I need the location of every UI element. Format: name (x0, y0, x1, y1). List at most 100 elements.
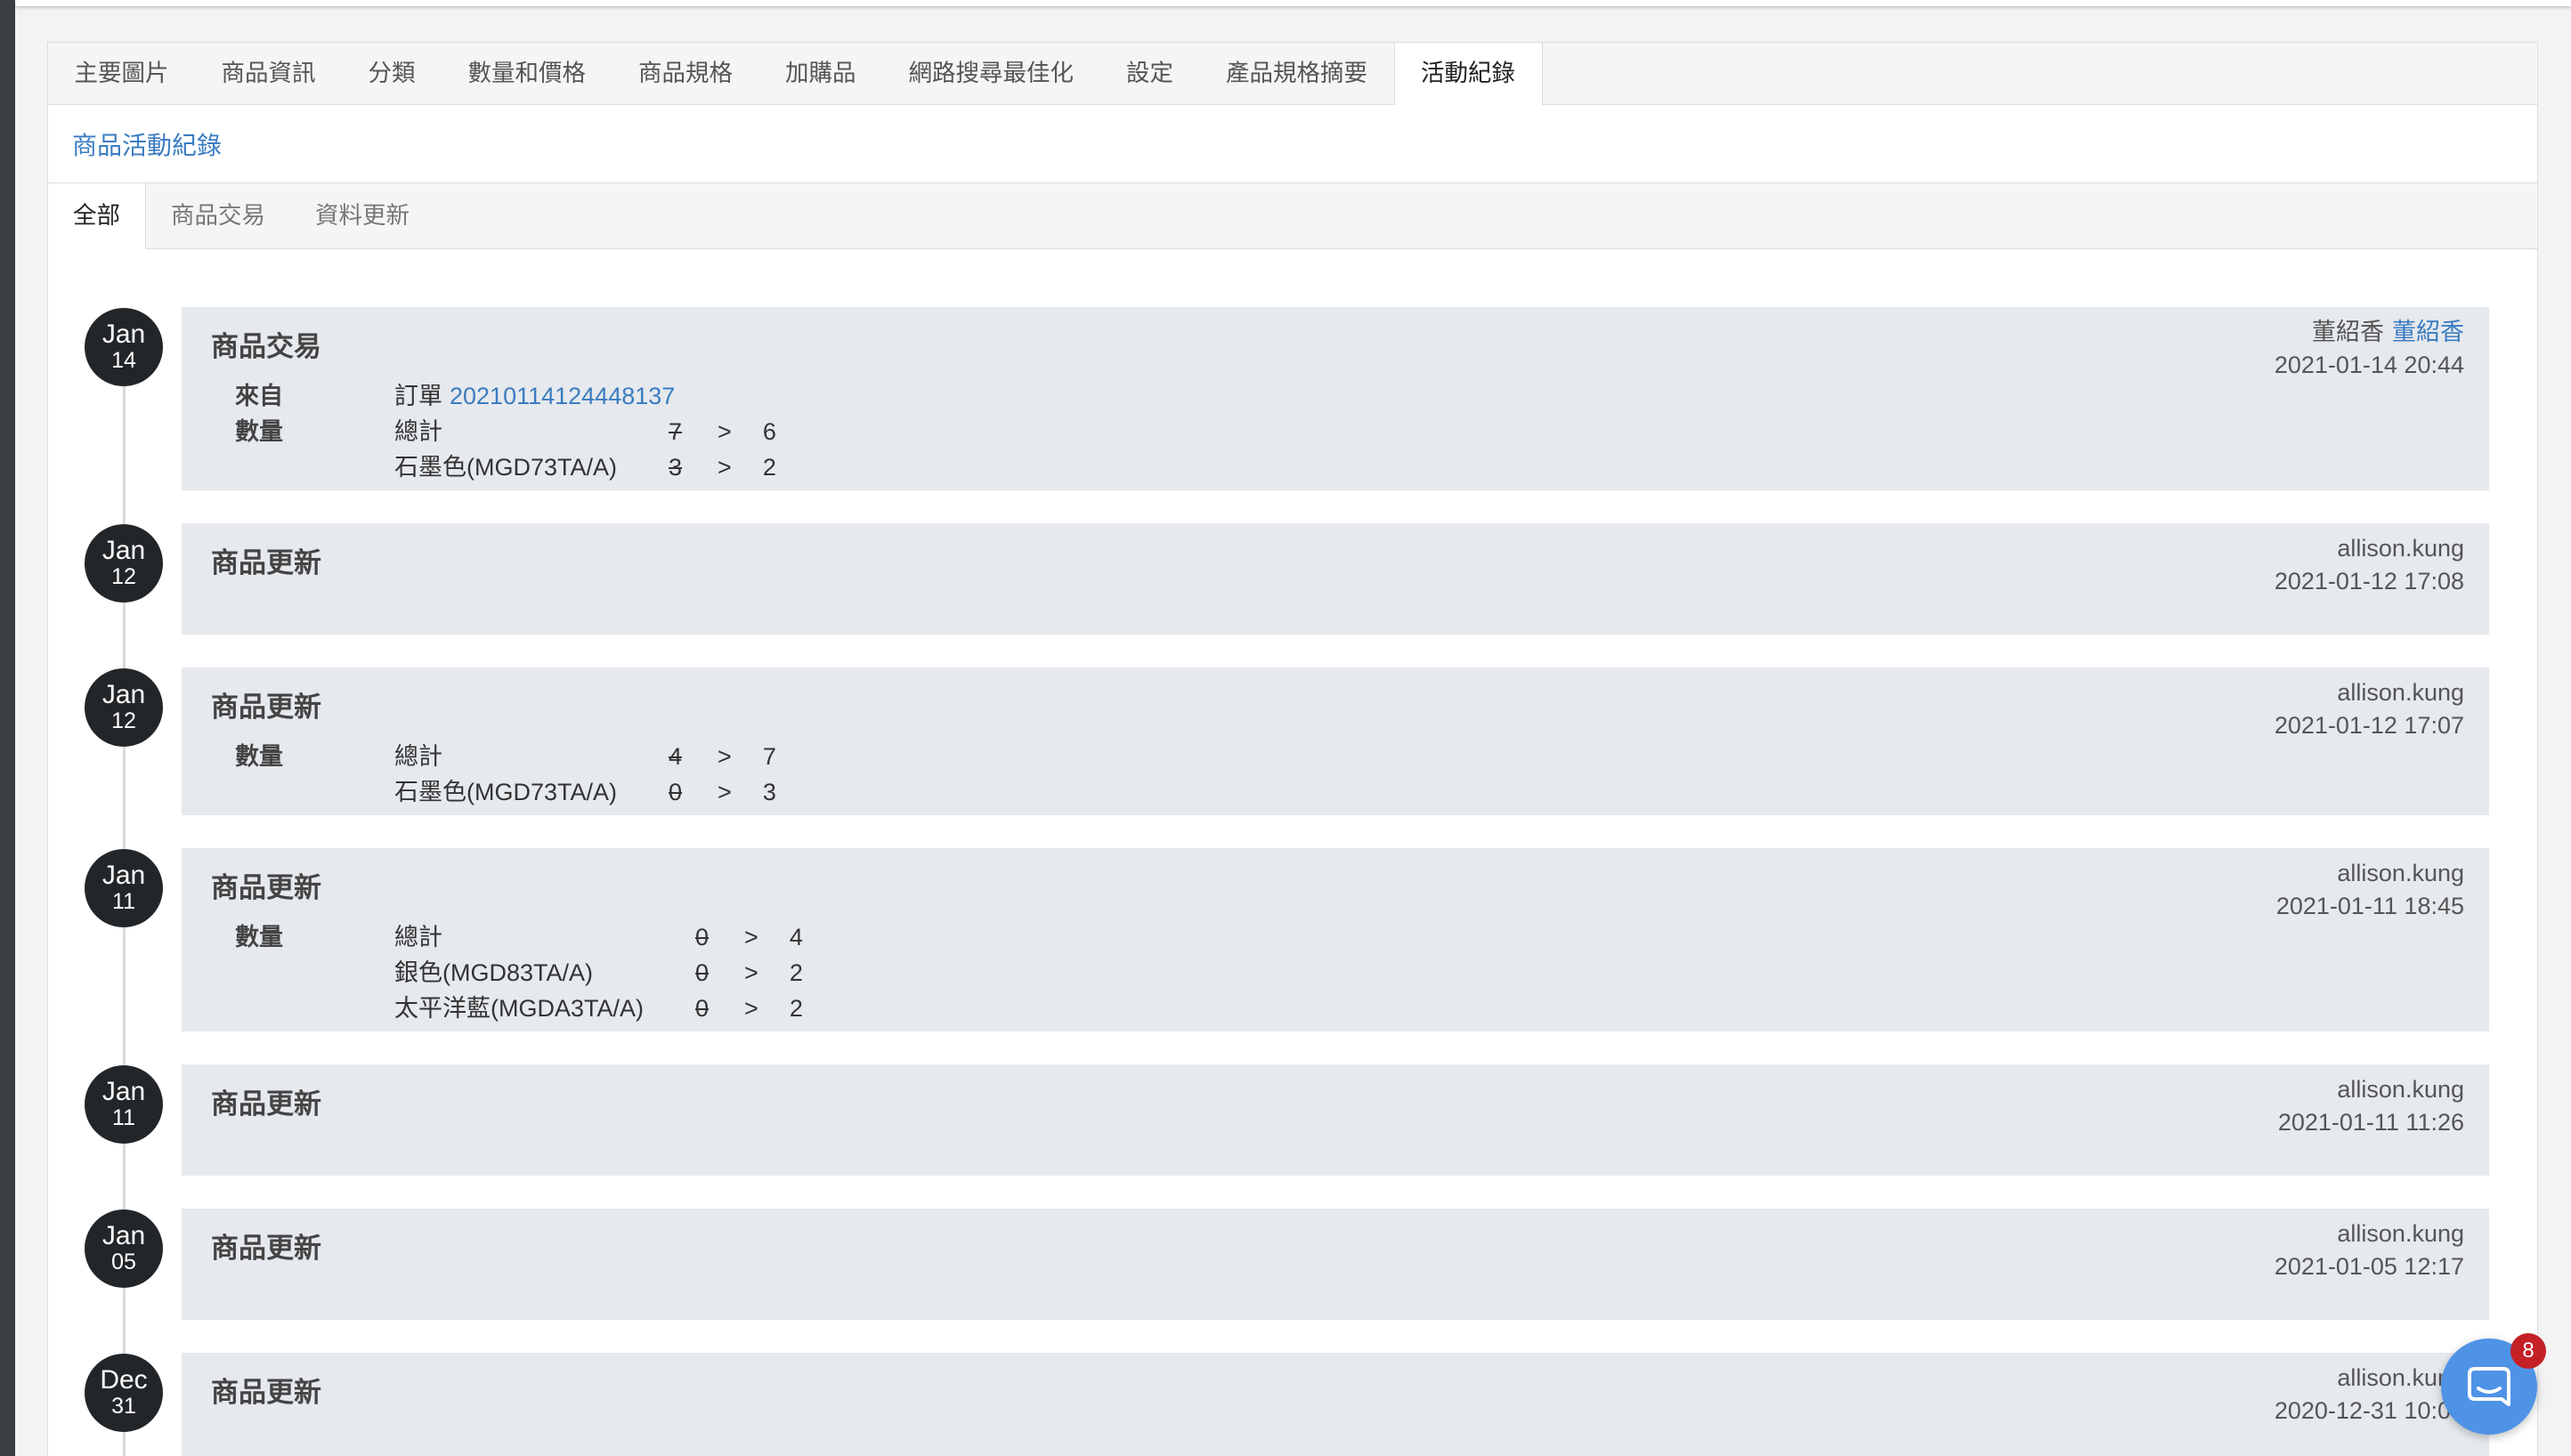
activity-title: 商品更新 (211, 692, 321, 723)
activity-title: 商品更新 (211, 547, 321, 578)
source-value: 訂單 20210114124448137 (394, 378, 776, 414)
source-row: 來自 訂單 20210114124448137 (235, 378, 776, 414)
new-value: 7 (762, 743, 776, 770)
timeline-list: Jan 14 商品交易 董紹香 董紹香 2021-01-14 20:44 來自 訂單 20210… (48, 307, 2537, 1456)
tab-activity-log[interactable]: 活動紀錄 (1393, 43, 1543, 105)
quantity-label: 數量 (235, 418, 283, 445)
quantity-row: 數量 總計 0 >4 (235, 919, 803, 955)
activity-card: 商品更新 allison.kung 2021-01-11 18:45 數量 總計 0 >4 銀… (182, 848, 2489, 1031)
tab-settings[interactable]: 設定 (1100, 43, 1200, 104)
tab-spec-summary[interactable]: 產品規格摘要 (1200, 43, 1394, 104)
variant-name: 總計 (394, 924, 442, 950)
actor-line: allison.kung (2275, 1217, 2464, 1250)
date-badge: Jan 05 (85, 1209, 163, 1288)
old-value: 0 (695, 959, 710, 986)
activity-title: 商品更新 (211, 872, 321, 903)
subtab-data-updates[interactable]: 資料更新 (290, 183, 434, 248)
tab-categories[interactable]: 分類 (342, 43, 442, 104)
actor-name: allison.kung (2337, 535, 2464, 562)
section-title-link[interactable]: 商品活動紀錄 (72, 126, 222, 162)
change-arrow: > (744, 995, 758, 1022)
old-value: 0 (695, 924, 710, 950)
activity-meta: allison.kung 2021-01-11 18:45 (2276, 857, 2464, 923)
tab-seo[interactable]: 網路搜尋最佳化 (882, 43, 1100, 104)
new-value: 2 (789, 995, 803, 1022)
activity-title: 商品交易 (211, 331, 321, 362)
quantity-row: 數量 總計 4 >7 (235, 739, 776, 774)
actor-line: allison.kung (2275, 1362, 2464, 1395)
activity-time: 2021-01-11 11:26 (2277, 1109, 2464, 1136)
change-arrow: > (718, 418, 732, 445)
actor-link[interactable]: 董紹香 (2392, 319, 2464, 345)
new-value: 4 (789, 924, 803, 950)
date-month: Jan (101, 536, 146, 565)
change-table: 數量 總計 4 >7 石墨色(MGD73TA/A) 0 >3 (235, 739, 776, 810)
empty-cell (235, 955, 394, 991)
tab-product-info[interactable]: 商品資訊 (195, 43, 342, 104)
variant-name: 總計 (394, 743, 442, 770)
activity-time: 2021-01-05 12:17 (2274, 1253, 2464, 1280)
activity-card: 商品更新 allison.kung 2021-01-12 17:08 (182, 523, 2489, 635)
activity-time: 2020-12-31 10:0 (2274, 1397, 2451, 1424)
activity-meta: allison.kung 2021-01-12 17:07 (2275, 676, 2464, 742)
change-table: 數量 總計 0 >4 銀色(MGD83TA/A) 0 >2 太平洋藍(MGDA3TA/A) 0 >… (235, 919, 803, 1026)
change-table: 來自 訂單 20210114124448137 數量 總計 7 >6 石墨色(MGD73TA/… (235, 378, 776, 485)
product-edit-panel: 主要圖片 商品資訊 分類 數量和價格 商品規格 加購品 網路搜尋最佳化 設定 產品規格摘要 活動紀… (47, 42, 2538, 1456)
actor-line: allison.kung (2275, 676, 2464, 709)
actor-name: 董紹香 (2312, 319, 2384, 345)
tab-product-specs[interactable]: 商品規格 (612, 43, 759, 104)
product-tab-bar: 主要圖片 商品資訊 分類 數量和價格 商品規格 加購品 網路搜尋最佳化 設定 產品規格摘要 活動紀… (48, 43, 2537, 105)
app-sidebar-edge (0, 0, 15, 1456)
change-arrow: > (718, 454, 732, 481)
date-month: Dec (100, 1365, 148, 1395)
subtab-all[interactable]: 全部 (48, 183, 146, 249)
variant-name: 石墨色(MGD73TA/A) (394, 454, 618, 481)
activity-meta: 董紹香 董紹香 2021-01-14 20:44 (2275, 316, 2464, 382)
date-day: 14 (111, 348, 136, 373)
tab-add-ons[interactable]: 加購品 (759, 43, 883, 104)
activity-title: 商品更新 (211, 1377, 321, 1408)
activity-card: 商品更新 allison.kung 2021-01-11 11:26 (182, 1064, 2489, 1176)
variant-name: 石墨色(MGD73TA/A) (394, 779, 618, 805)
change-arrow: > (718, 779, 732, 805)
date-day: 12 (111, 564, 136, 589)
activity-filter-tabs: 全部 商品交易 資料更新 (48, 183, 2537, 249)
timeline-item: Jan 12 商品更新 allison.kung 2021-01-12 17:08 (48, 523, 2537, 635)
actor-line: 董紹香 董紹香 (2275, 316, 2464, 349)
timeline-item: Dec 31 商品更新 allison.kung 2020-12-31 10:0 (48, 1353, 2537, 1456)
empty-cell (235, 449, 394, 485)
tab-quantity-price[interactable]: 數量和價格 (442, 43, 612, 104)
timeline-item: Jan 11 商品更新 allison.kung 2021-01-11 18:45 數量 總… (48, 848, 2537, 1031)
activity-card: 商品交易 董紹香 董紹香 2021-01-14 20:44 來自 訂單 2021011412… (182, 307, 2489, 490)
date-month: Jan (101, 1221, 146, 1250)
activity-time: 2021-01-12 17:08 (2274, 568, 2464, 595)
activity-time: 2021-01-12 17:07 (2274, 712, 2464, 739)
timeline-item: Jan 12 商品更新 allison.kung 2021-01-12 17:07 數量 總… (48, 667, 2537, 815)
date-badge: Jan 12 (85, 668, 163, 747)
date-badge: Jan 11 (85, 1065, 163, 1144)
date-day: 11 (112, 1105, 135, 1130)
new-value: 2 (789, 959, 803, 986)
subtab-transactions[interactable]: 商品交易 (146, 183, 290, 248)
actor-line: allison.kung (2276, 857, 2464, 890)
chat-bubble-icon (2467, 1366, 2511, 1407)
activity-time: 2021-01-11 18:45 (2275, 893, 2464, 919)
tab-main-images[interactable]: 主要圖片 (48, 43, 195, 104)
order-prefix: 訂單 (394, 383, 442, 409)
date-badge: Jan 12 (85, 524, 163, 603)
date-badge: Dec 31 (85, 1354, 163, 1432)
empty-cell (235, 991, 394, 1026)
change-arrow: > (718, 743, 732, 770)
quantity-row: 數量 總計 7 >6 (235, 414, 776, 449)
source-label: 來自 (235, 383, 283, 409)
activity-card: 商品更新 allison.kung 2020-12-31 10:0 (182, 1353, 2489, 1456)
section-header: 商品活動紀錄 (48, 105, 2537, 183)
date-day: 05 (111, 1250, 136, 1274)
date-day: 31 (111, 1394, 136, 1419)
date-day: 12 (111, 708, 136, 733)
activity-time: 2021-01-14 20:44 (2274, 352, 2464, 378)
date-month: Jan (101, 320, 146, 349)
activity-title: 商品更新 (211, 1233, 321, 1264)
order-number-link[interactable]: 20210114124448137 (450, 383, 675, 409)
old-value: 0 (669, 779, 683, 805)
